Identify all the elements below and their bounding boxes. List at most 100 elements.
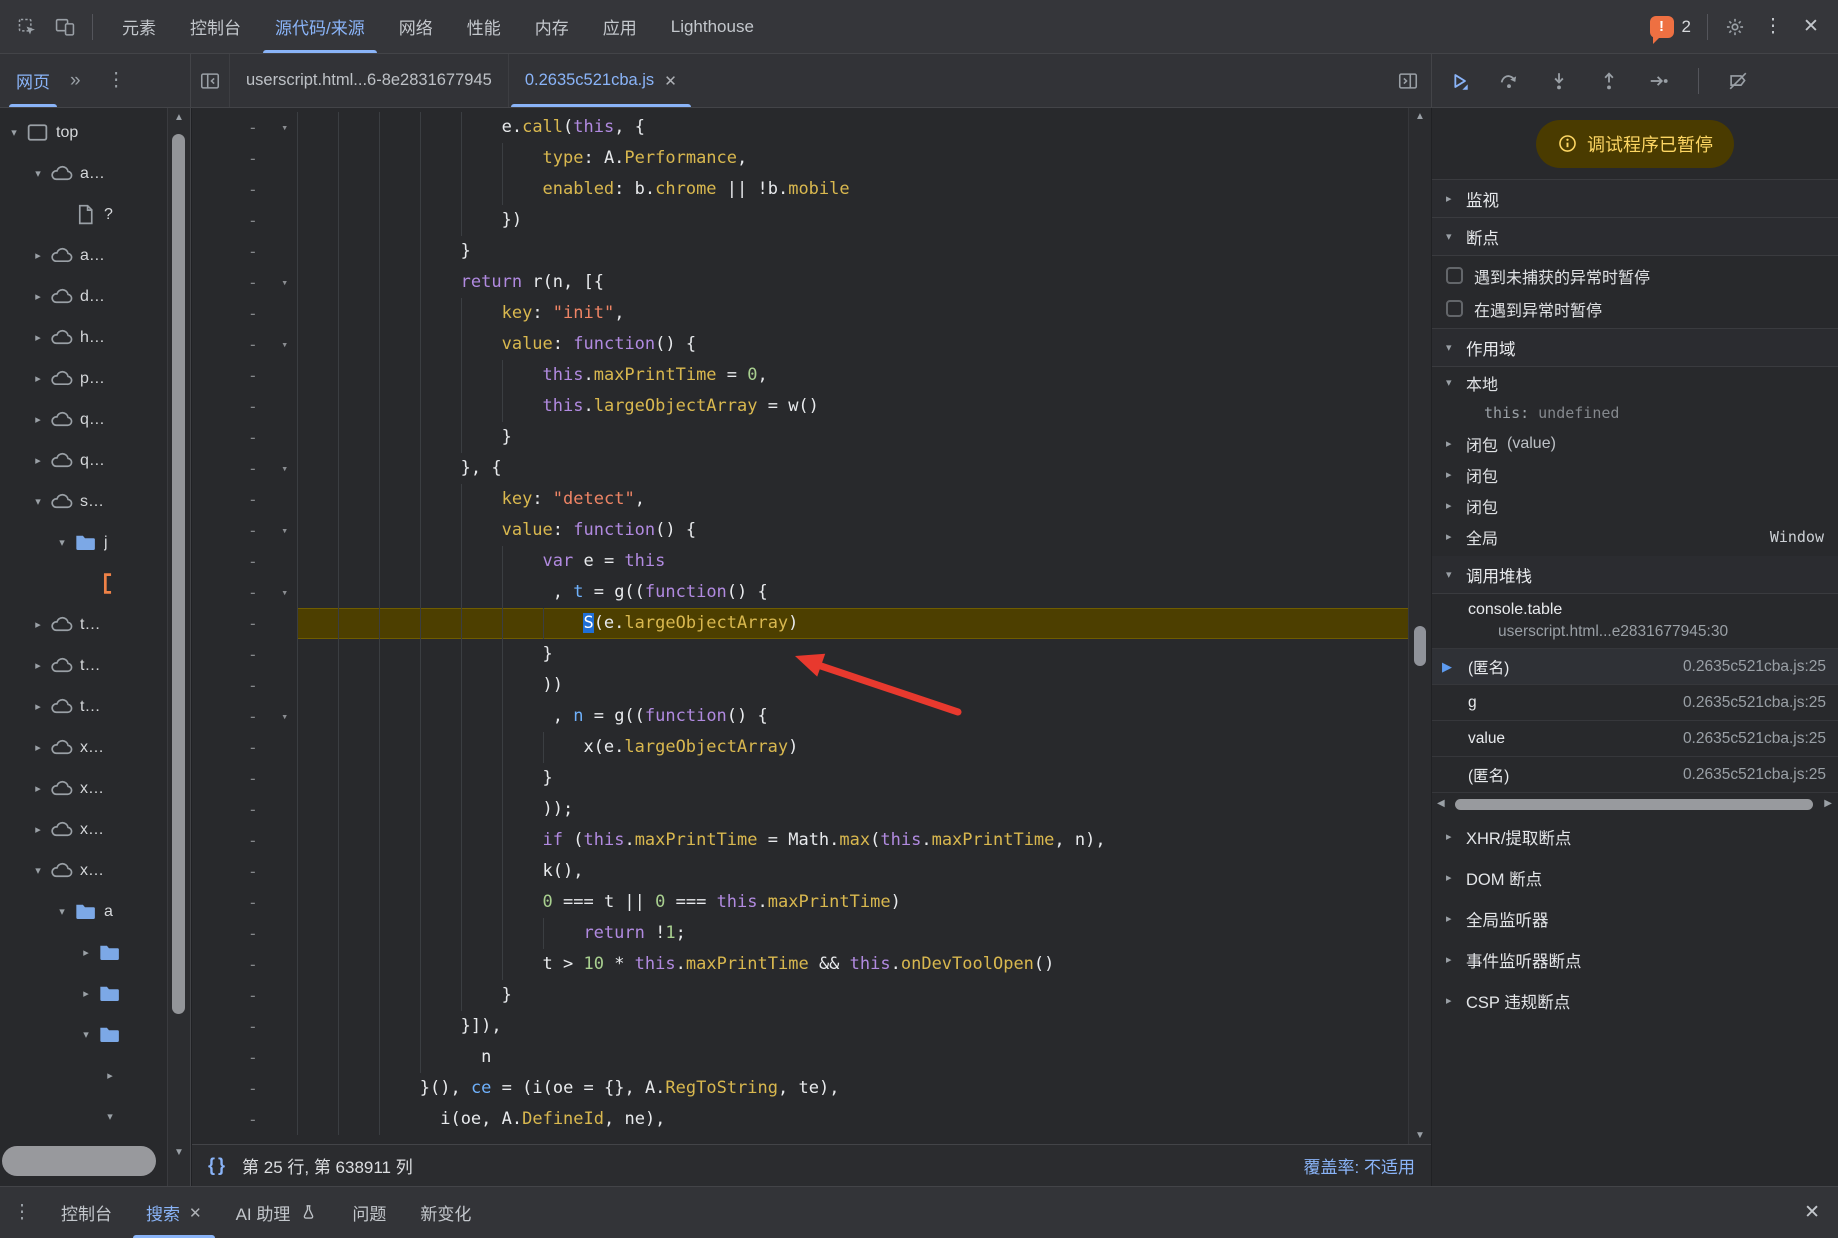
tree-expand-caret-icon[interactable]: ▸ (30, 741, 46, 754)
code-line[interactable]: -}(), ce = (i(oe = {}, A.RegToString, te… (192, 1073, 1408, 1104)
code-gutter[interactable]: - (192, 887, 297, 918)
panel-tab-应用[interactable]: 应用 (586, 0, 654, 53)
tree-item[interactable]: ▸t… (0, 604, 167, 645)
code-gutter[interactable]: -▾ (192, 112, 297, 143)
tree-item[interactable]: ▸t… (0, 645, 167, 686)
code-line[interactable]: -type: A.Performance, (192, 143, 1408, 174)
code-line[interactable]: -if (this.maxPrintTime = Math.max(this.m… (192, 825, 1408, 856)
scope-group[interactable]: ▸闭包 (1432, 490, 1838, 521)
tree-item[interactable]: ▸x… (0, 727, 167, 768)
device-toolbar-icon[interactable] (46, 8, 84, 46)
close-drawer-tab-icon[interactable]: ✕ (189, 1204, 202, 1222)
checkbox[interactable] (1446, 267, 1463, 284)
panel-tab-内存[interactable]: 内存 (518, 0, 586, 53)
panel-tab-性能[interactable]: 性能 (450, 0, 518, 53)
code-gutter[interactable]: -▾ (192, 267, 297, 298)
code-line[interactable]: -n (192, 1042, 1408, 1073)
code-line[interactable]: -▾e.call(this, { (192, 112, 1408, 143)
scrollbar-thumb[interactable] (1455, 799, 1813, 810)
code-line[interactable]: -} (192, 763, 1408, 794)
inspect-element-icon[interactable] (8, 8, 46, 46)
tree-expand-caret-icon[interactable]: ▸ (30, 454, 46, 467)
drawer-tab-AI 助理[interactable]: AI 助理 (219, 1187, 336, 1238)
section-call-stack[interactable]: ▾ 调用堆栈 (1432, 556, 1838, 594)
code-line[interactable]: -)); (192, 794, 1408, 825)
tree-expand-caret-icon[interactable]: ▸ (30, 372, 46, 385)
scope-group[interactable]: ▸全局Window (1432, 521, 1838, 552)
scope-caret-icon[interactable]: ▸ (1446, 530, 1466, 543)
tree-expand-caret-icon[interactable]: ▾ (102, 1110, 118, 1123)
breakpoint-option[interactable]: 遇到未捕获的异常时暂停 (1432, 259, 1838, 292)
tree-expand-caret-icon[interactable]: ▸ (30, 413, 46, 426)
code-line[interactable]: -k(), (192, 856, 1408, 887)
code-line[interactable]: -} (192, 236, 1408, 267)
tree-expand-caret-icon[interactable]: ▾ (54, 905, 70, 918)
tree-item[interactable]: ▸t… (0, 686, 167, 727)
call-stack-frame[interactable]: ▶(匿名)0.2635c521cba.js:25 (1432, 649, 1838, 685)
scope-group[interactable]: ▸闭包(value) (1432, 428, 1838, 459)
code-gutter[interactable]: - (192, 856, 297, 887)
section-scope[interactable]: ▾ 作用域 (1432, 329, 1838, 367)
code-gutter[interactable]: - (192, 1104, 297, 1135)
tree-expand-caret-icon[interactable]: ▾ (30, 864, 46, 877)
code-line[interactable]: -} (192, 639, 1408, 670)
tree-expand-caret-icon[interactable]: ▸ (30, 249, 46, 262)
scrollbar-thumb[interactable] (1414, 626, 1426, 666)
step-into-icon[interactable] (1540, 62, 1578, 100)
code-gutter[interactable]: - (192, 1011, 297, 1042)
tree-item[interactable]: ▸d… (0, 276, 167, 317)
code-gutter[interactable]: -▾ (192, 701, 297, 732)
drawer-tab-控制台[interactable]: 控制台 (44, 1187, 129, 1238)
scroll-down-icon[interactable]: ▼ (168, 1147, 190, 1158)
tree-item[interactable]: ▾a (0, 891, 167, 932)
tree-expand-caret-icon[interactable]: ▾ (30, 167, 46, 180)
code-gutter[interactable]: - (192, 422, 297, 453)
code-fold-caret-icon[interactable]: ▾ (281, 453, 288, 484)
code-line[interactable]: -this.largeObjectArray = w() (192, 391, 1408, 422)
sidebar-section-3[interactable]: ▸事件监听器断点 (1432, 939, 1838, 980)
code-gutter[interactable]: - (192, 608, 297, 639)
scroll-up-icon[interactable]: ▲ (1409, 111, 1431, 122)
drawer-kebab-icon[interactable]: ⋮ (0, 1201, 44, 1224)
code-line[interactable]: -S(e.largeObjectArray) (192, 608, 1408, 639)
code-gutter[interactable]: - (192, 546, 297, 577)
section-breakpoints[interactable]: ▾ 断点 (1432, 218, 1838, 256)
panel-tab-网络[interactable]: 网络 (382, 0, 450, 53)
sidebar-section-1[interactable]: ▸DOM 断点 (1432, 857, 1838, 898)
code-gutter[interactable]: - (192, 174, 297, 205)
tree-expand-caret-icon[interactable]: ▸ (30, 290, 46, 303)
panel-tab-控制台[interactable]: 控制台 (173, 0, 258, 53)
scroll-left-icon[interactable]: ◀ (1437, 798, 1445, 809)
tree-item[interactable]: ▸q… (0, 399, 167, 440)
tree-expand-caret-icon[interactable]: ▸ (30, 331, 46, 344)
tree-item[interactable]: ▾top (0, 112, 167, 153)
code-gutter[interactable]: - (192, 484, 297, 515)
scrollbar-thumb[interactable] (172, 134, 185, 1014)
code-line[interactable]: -this.maxPrintTime = 0, (192, 360, 1408, 391)
drawer-tab-问题[interactable]: 问题 (335, 1187, 403, 1238)
code-line[interactable]: -var e = this (192, 546, 1408, 577)
code-gutter[interactable]: -▾ (192, 329, 297, 360)
scroll-right-icon[interactable]: ▶ (1824, 798, 1832, 809)
code-line[interactable]: -▾value: function() { (192, 329, 1408, 360)
code-gutter[interactable]: - (192, 391, 297, 422)
code-fold-caret-icon[interactable]: ▾ (281, 701, 288, 732)
tree-item[interactable]: ▾j (0, 522, 167, 563)
tree-item[interactable]: ▸x… (0, 809, 167, 850)
deactivate-breakpoints-icon[interactable] (1719, 62, 1757, 100)
code-gutter[interactable]: - (192, 794, 297, 825)
close-drawer-icon[interactable]: ✕ (1804, 1201, 1820, 1224)
call-stack-frame[interactable]: console.tableuserscript.html...e28316779… (1432, 594, 1838, 649)
drawer-tab-新变化[interactable]: 新变化 (403, 1187, 488, 1238)
scroll-down-icon[interactable]: ▼ (1409, 1130, 1431, 1141)
navigator-kebab-icon[interactable]: ⋮ (107, 69, 126, 92)
toggle-debugger-panel-icon[interactable] (1389, 62, 1427, 100)
tree-item[interactable]: ▸x… (0, 768, 167, 809)
code-gutter[interactable]: - (192, 236, 297, 267)
code-fold-caret-icon[interactable]: ▾ (281, 515, 288, 546)
tree-item[interactable]: ▸q… (0, 440, 167, 481)
drawer-tab-搜索[interactable]: 搜索✕ (129, 1187, 219, 1238)
tree-expand-caret-icon[interactable]: ▾ (54, 536, 70, 549)
code-line[interactable]: -} (192, 422, 1408, 453)
tree-expand-caret-icon[interactable]: ▾ (78, 1028, 94, 1041)
